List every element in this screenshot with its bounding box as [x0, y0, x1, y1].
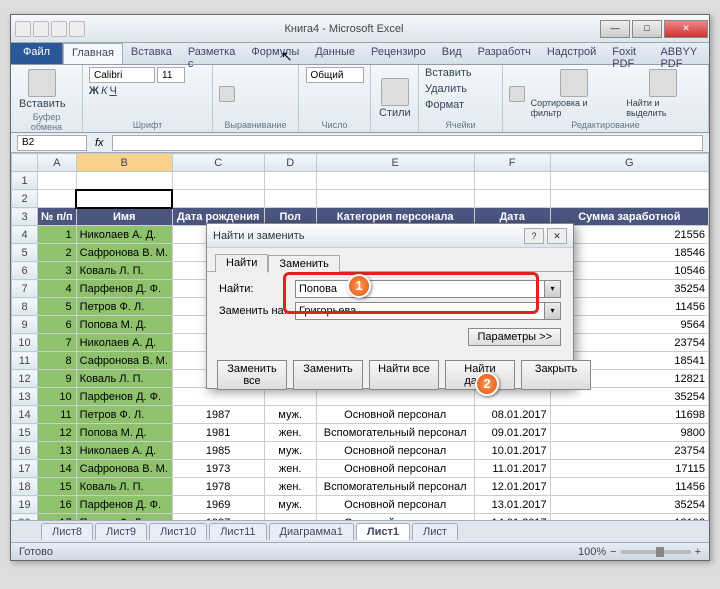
- sheet-tab[interactable]: Лист: [412, 523, 458, 540]
- ribbon-tabs: Файл Главная Вставка Разметка с Формулы …: [11, 43, 709, 65]
- params-button[interactable]: Параметры >>: [468, 328, 561, 346]
- dialog-help-button[interactable]: ?: [524, 228, 544, 244]
- find-select-button[interactable]: Найти и выделить: [624, 67, 702, 120]
- sheet-tab[interactable]: Диаграмма1: [269, 523, 354, 540]
- zoom-slider[interactable]: [621, 550, 691, 554]
- sheet-tabs: Лист8 Лист9 Лист10 Лист11 Диаграмма1 Лис…: [11, 520, 709, 542]
- sort-icon: [560, 69, 588, 97]
- tab-foxit[interactable]: Foxit PDF: [604, 43, 652, 64]
- tab-data[interactable]: Данные: [307, 43, 363, 64]
- replace-button[interactable]: Заменить: [293, 360, 363, 390]
- find-all-button[interactable]: Найти все: [369, 360, 439, 390]
- col-c[interactable]: C: [172, 154, 264, 172]
- number-format[interactable]: [306, 67, 364, 83]
- table-row[interactable]: 17 14 Сафронова В. М. 1973 жен. Основной…: [12, 460, 709, 478]
- cells-insert[interactable]: Вставить: [425, 67, 472, 79]
- highlight-box-1: [283, 272, 539, 314]
- zoom-out[interactable]: −: [610, 546, 616, 558]
- cells-format[interactable]: Формат: [425, 99, 464, 111]
- dialog-tab-replace[interactable]: Заменить: [268, 255, 339, 273]
- fx-label[interactable]: fx: [95, 137, 104, 149]
- col-a[interactable]: A: [38, 154, 77, 172]
- sort-filter-button[interactable]: Сортировка и фильтр: [529, 67, 621, 120]
- save-icon[interactable]: [33, 21, 49, 37]
- redo-icon[interactable]: [69, 21, 85, 37]
- italic-button[interactable]: К: [101, 85, 107, 97]
- styles-button[interactable]: Стили: [377, 76, 413, 121]
- titlebar: Книга4 - Microsoft Excel — □ ✕: [11, 15, 709, 43]
- paste-icon: [28, 69, 56, 97]
- selected-cell[interactable]: [76, 190, 172, 208]
- quick-access-toolbar: [11, 21, 89, 37]
- tab-formulas[interactable]: Формулы: [243, 43, 307, 64]
- status-ready: Готово: [19, 546, 53, 558]
- dialog-close-button[interactable]: ✕: [547, 228, 567, 244]
- cells-delete[interactable]: Удалить: [425, 83, 467, 95]
- sum-icon[interactable]: [509, 86, 525, 102]
- underline-button[interactable]: Ч: [109, 85, 116, 97]
- table-row[interactable]: 14 11 Петров Ф. Л. 1987 муж. Основной пе…: [12, 406, 709, 424]
- bold-button[interactable]: Ж: [89, 85, 99, 97]
- sheet-tab[interactable]: Лист11: [209, 523, 266, 540]
- paste-button[interactable]: Вставить: [17, 67, 68, 112]
- name-box[interactable]: [17, 135, 87, 151]
- replace-all-button[interactable]: Заменить все: [217, 360, 287, 390]
- zoom-level[interactable]: 100%: [578, 546, 606, 558]
- status-bar: Готово 100% − +: [11, 542, 709, 560]
- sheet-tab[interactable]: Лист9: [95, 523, 147, 540]
- table-row[interactable]: 15 12 Попова М. Д. 1981 жен. Вспомогател…: [12, 424, 709, 442]
- styles-icon: [381, 78, 409, 106]
- tab-insert[interactable]: Вставка: [123, 43, 180, 64]
- font-size[interactable]: [157, 67, 185, 83]
- tab-layout[interactable]: Разметка с: [180, 43, 244, 64]
- find-replace-dialog: Найти и заменить ? ✕ Найти Заменить Найт…: [206, 223, 574, 389]
- tab-review[interactable]: Рецензиро: [363, 43, 434, 64]
- col-d[interactable]: D: [264, 154, 316, 172]
- replace-dropdown[interactable]: ▾: [545, 302, 561, 320]
- cursor-icon: ↖: [281, 48, 293, 65]
- align-icon[interactable]: [219, 86, 235, 102]
- col-g[interactable]: G: [550, 154, 708, 172]
- dialog-tab-find[interactable]: Найти: [215, 254, 268, 272]
- zoom-in[interactable]: +: [695, 546, 701, 558]
- dialog-title: Найти и заменить: [213, 230, 304, 242]
- tab-home[interactable]: Главная: [63, 43, 123, 64]
- table-row[interactable]: 16 13 Николаев А. Д. 1985 муж. Основной …: [12, 442, 709, 460]
- column-headers: A B C D E F G: [12, 154, 709, 172]
- col-f[interactable]: F: [474, 154, 550, 172]
- col-e[interactable]: E: [316, 154, 474, 172]
- formula-input[interactable]: [112, 135, 703, 151]
- file-tab[interactable]: Файл: [11, 43, 63, 64]
- tab-abbyy[interactable]: ABBYY PDF: [652, 43, 709, 64]
- ribbon: Вставить Буфер обмена Ж К Ч Шрифт Выравн…: [11, 65, 709, 133]
- undo-icon[interactable]: [51, 21, 67, 37]
- tab-addins[interactable]: Надстрой: [539, 43, 604, 64]
- tab-view[interactable]: Вид: [434, 43, 470, 64]
- formula-bar: fx: [11, 133, 709, 153]
- sheet-tab[interactable]: Лист8: [41, 523, 93, 540]
- close-dialog-button[interactable]: Закрыть: [521, 360, 591, 390]
- app-window: Книга4 - Microsoft Excel — □ ✕ ↖ Файл Гл…: [10, 14, 710, 561]
- excel-icon: [15, 21, 31, 37]
- table-row[interactable]: 19 16 Парфенов Д. Ф. 1969 муж. Основной …: [12, 496, 709, 514]
- col-b[interactable]: B: [76, 154, 172, 172]
- table-row[interactable]: 18 15 Коваль Л. П. 1978 жен. Вспомогател…: [12, 478, 709, 496]
- sheet-tab[interactable]: Лист10: [149, 523, 207, 540]
- find-icon: [649, 69, 677, 97]
- minimize-button[interactable]: —: [600, 20, 630, 38]
- find-dropdown[interactable]: ▾: [545, 280, 561, 298]
- callout-1: 1: [347, 274, 371, 298]
- maximize-button[interactable]: □: [632, 20, 662, 38]
- window-title: Книга4 - Microsoft Excel: [89, 23, 599, 35]
- sheet-tab-active[interactable]: Лист1: [356, 523, 410, 540]
- callout-2: 2: [475, 372, 499, 396]
- font-family[interactable]: [89, 67, 155, 83]
- tab-dev[interactable]: Разработч: [470, 43, 539, 64]
- close-button[interactable]: ✕: [664, 20, 708, 38]
